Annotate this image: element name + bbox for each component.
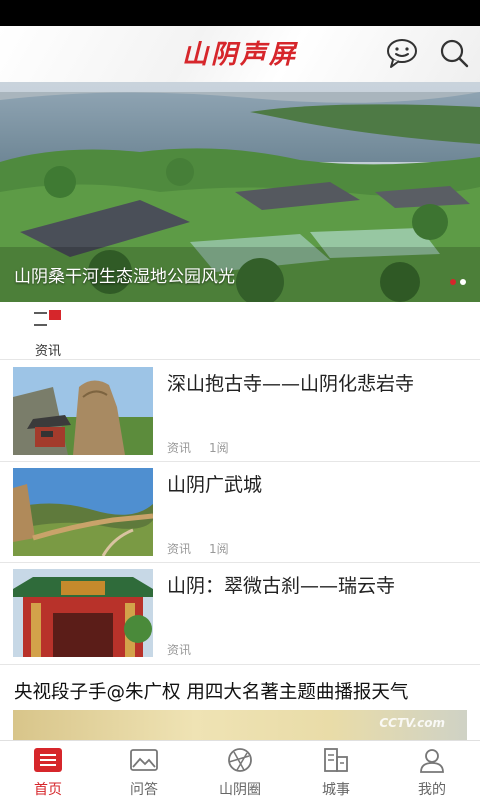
article-thumbnail [13, 569, 153, 657]
chat-bubble-icon[interactable] [385, 36, 419, 70]
category-menu-icon [34, 310, 61, 326]
article-category: 资讯 [167, 441, 192, 455]
article-item[interactable]: 深山抱古寺——山阴化悲岩寺 资讯 1阅 [0, 361, 480, 461]
qa-image-icon [130, 749, 158, 771]
feature-article-title[interactable]: 央视段子手@朱广权 用四大名著主题曲播报天气 [14, 678, 408, 704]
user-icon [420, 749, 444, 773]
article-title: 山阴广武城 [167, 474, 263, 496]
tab-label: 山阴圈 [219, 782, 261, 798]
banner-caption: 山阴桑干河生态湿地公园风光 [14, 267, 235, 287]
article-category: 资讯 [167, 542, 192, 556]
feature-watermark: CCTV.com [379, 716, 445, 730]
article-title: 深山抱古寺——山阴化悲岩寺 [167, 373, 415, 395]
carousel-indicator [446, 270, 466, 289]
banner-carousel[interactable]: 山阴桑干河生态湿地公园风光 [0, 82, 480, 302]
carousel-dot-active [450, 279, 456, 285]
article-meta: 资讯 1阅 [167, 439, 247, 456]
category-label: 资讯 [34, 344, 61, 359]
tab-profile[interactable]: 我的 [384, 741, 480, 801]
tab-label: 首页 [34, 782, 62, 798]
status-bar [0, 0, 480, 26]
tab-city-news[interactable]: 城事 [288, 741, 384, 801]
article-meta: 资讯 [167, 641, 209, 658]
article-views: 1阅 [209, 441, 229, 455]
tab-shanyin-circle[interactable]: 山阴圈 [192, 741, 288, 801]
article-item[interactable]: 山阴广武城 资讯 1阅 [0, 462, 480, 562]
divider [0, 359, 480, 360]
feature-article-image[interactable]: CCTV.com [13, 710, 467, 740]
article-thumbnail [13, 468, 153, 556]
city-news-icon [324, 748, 348, 772]
tab-label: 我的 [418, 782, 446, 798]
search-icon[interactable] [437, 36, 471, 70]
tab-qa[interactable]: 问答 [96, 741, 192, 801]
app-header: 山阴声屏 [0, 26, 480, 82]
category-tab-news[interactable]: 资讯 [22, 308, 74, 359]
article-views: 1阅 [209, 542, 229, 556]
tab-home[interactable]: 首页 [0, 741, 96, 801]
circle-aperture-icon [228, 748, 252, 772]
tab-label: 城事 [322, 782, 350, 798]
divider [0, 664, 480, 665]
tab-label: 问答 [130, 782, 158, 798]
article-meta: 资讯 1阅 [167, 540, 247, 557]
article-thumbnail [13, 367, 153, 455]
bottom-tab-bar: 首页 问答 山阴圈 城事 我的 [0, 740, 480, 800]
article-category: 资讯 [167, 643, 192, 657]
article-item[interactable]: 山阴：翠微古刹——瑞云寺 资讯 [0, 563, 480, 663]
carousel-dot [460, 279, 466, 285]
home-list-icon [34, 748, 62, 772]
article-title: 山阴：翠微古刹——瑞云寺 [167, 575, 396, 597]
